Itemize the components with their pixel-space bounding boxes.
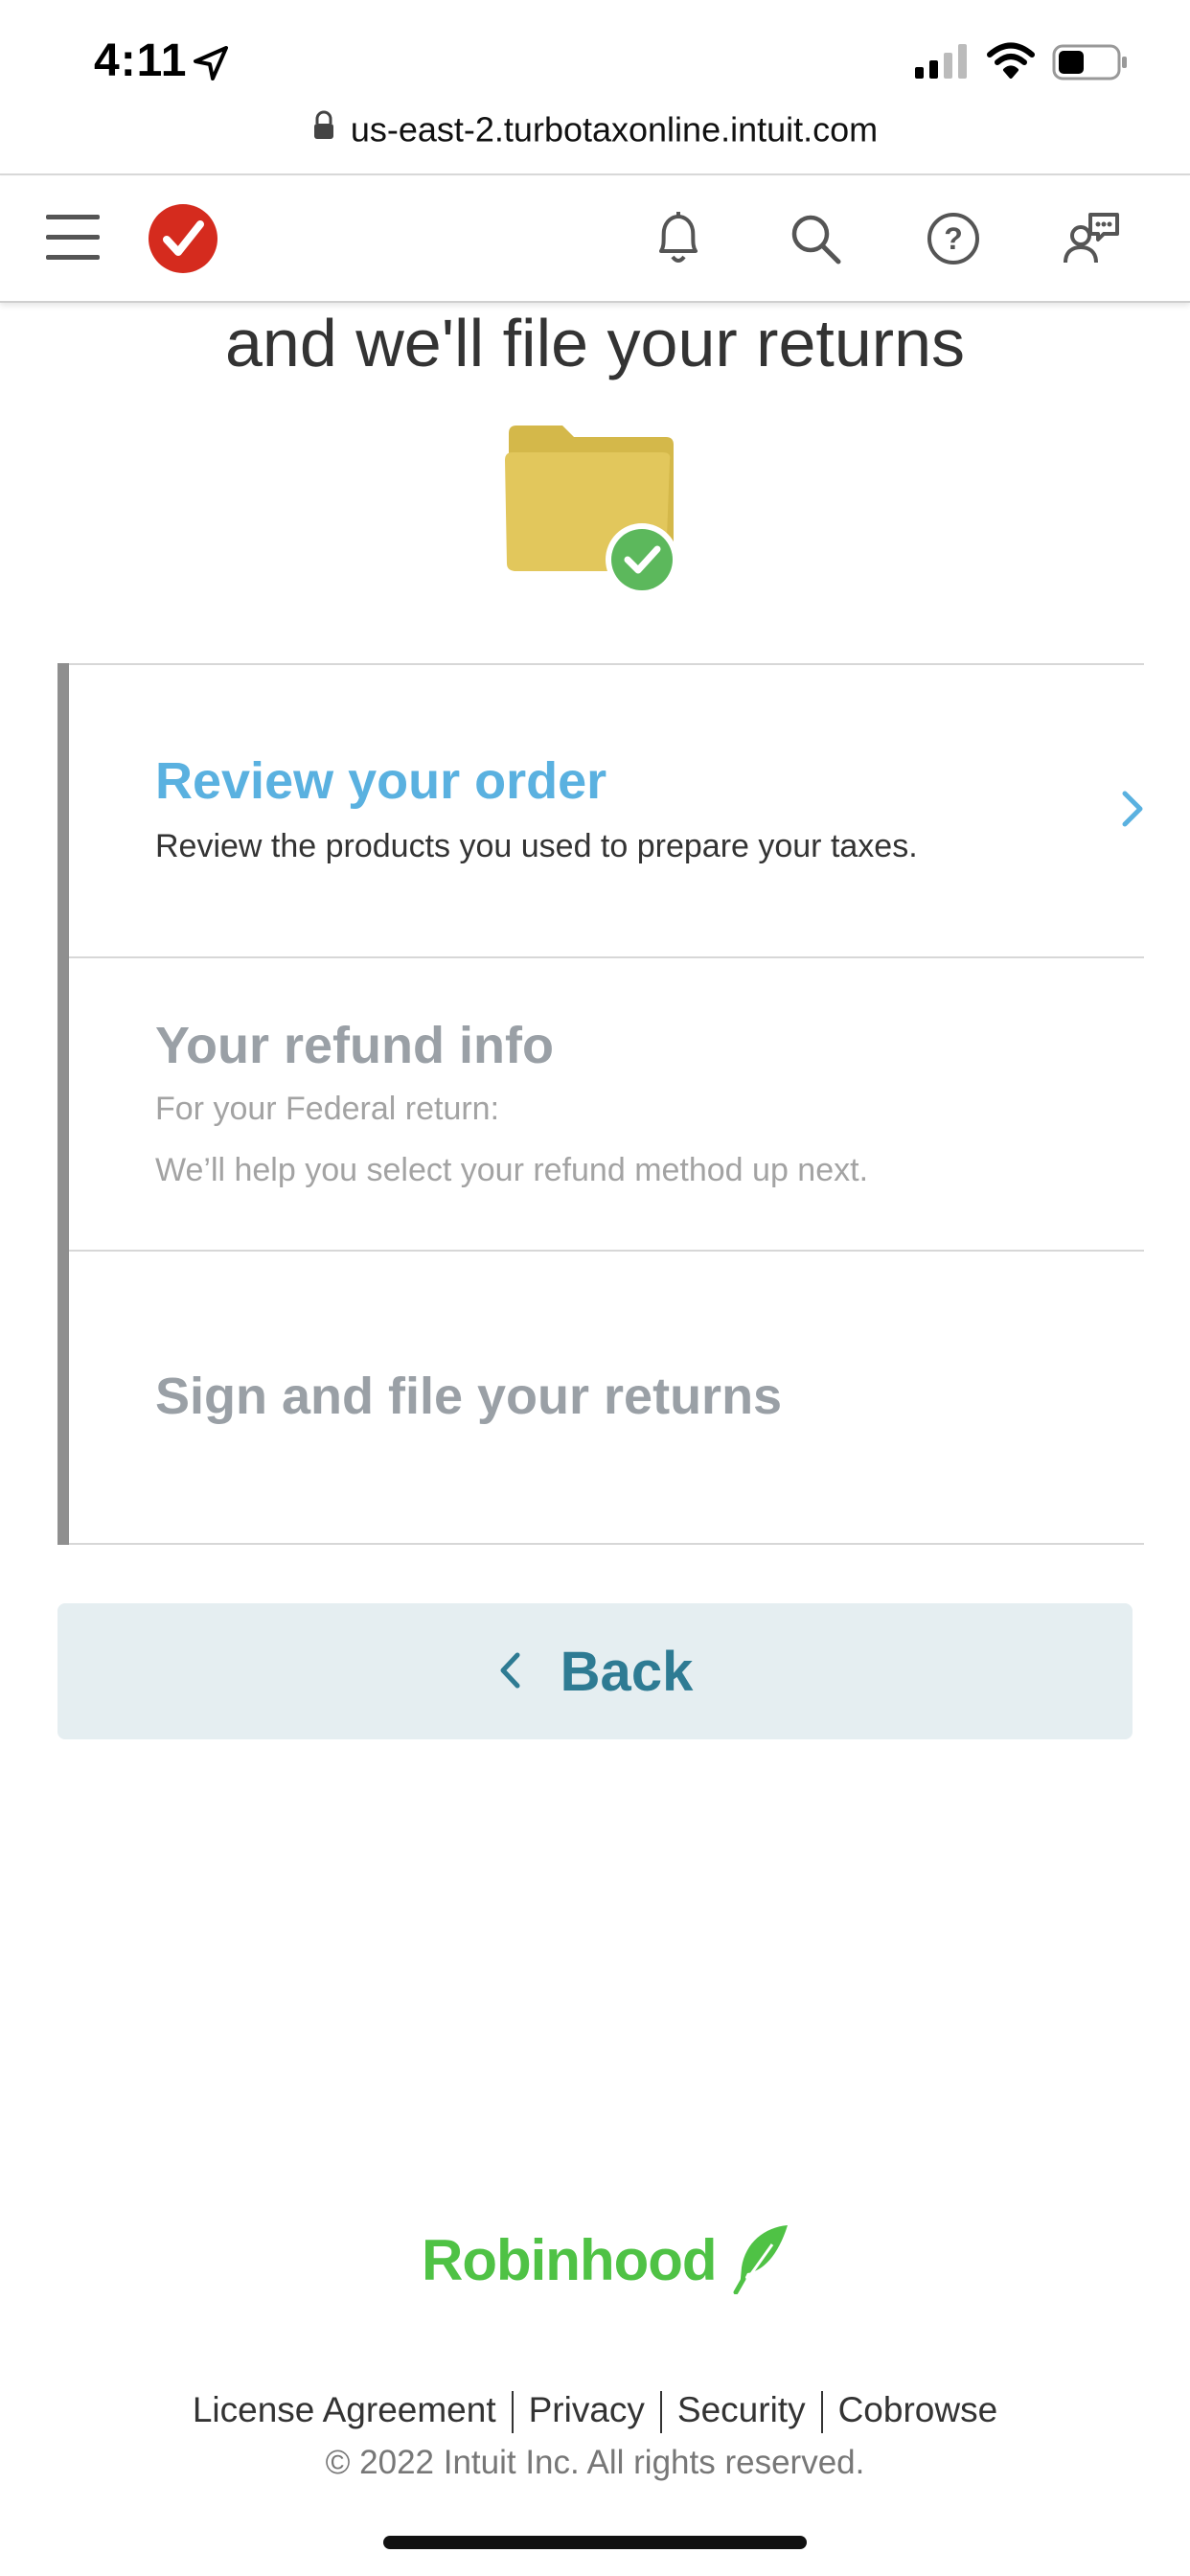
chat-icon[interactable]: [1062, 209, 1121, 273]
svg-text:?: ?: [944, 221, 963, 256]
cobrowse-link[interactable]: Cobrowse: [838, 2390, 998, 2429]
filing-steps-list: Review your order Review the products yo…: [57, 663, 1144, 1545]
cellular-signal-icon: [915, 44, 969, 83]
step-refund-info: Your refund info For your Federal return…: [69, 956, 1144, 1250]
footer-links: License Agreement Privacy Security Cobrowse: [0, 2390, 1190, 2434]
robinhood-wordmark: Robinhood: [422, 2228, 718, 2292]
browser-divider: [0, 173, 1190, 175]
step-description: For your Federal return:: [155, 1091, 500, 1127]
step-description: We’ll help you select your refund method…: [155, 1152, 869, 1188]
privacy-link[interactable]: Privacy: [529, 2390, 645, 2429]
url-text: us-east-2.turbotaxonline.intuit.com: [350, 109, 879, 150]
lock-icon: [312, 109, 335, 150]
hamburger-menu-icon[interactable]: [44, 209, 102, 271]
status-time: 4:11: [94, 35, 188, 86]
step-title: Sign and file your returns: [155, 1368, 783, 1425]
home-indicator[interactable]: [383, 2536, 807, 2549]
status-bar: 4:11: [0, 0, 1190, 105]
search-icon[interactable]: [788, 211, 843, 271]
page-heading: and we'll file your returns: [224, 306, 966, 380]
bell-icon[interactable]: [652, 209, 705, 273]
chevron-right-icon: [1121, 790, 1144, 833]
divider: [659, 2391, 662, 2434]
folder-check-icon: [503, 420, 685, 607]
copyright-text: © 2022 Intuit Inc. All rights reserved.: [325, 2444, 865, 2481]
license-agreement-link[interactable]: License Agreement: [193, 2390, 496, 2429]
divider: [820, 2391, 823, 2434]
step-title: Review your order: [155, 752, 607, 810]
help-icon[interactable]: ?: [926, 211, 981, 271]
divider: [511, 2391, 514, 2434]
wifi-icon: [987, 42, 1035, 83]
turbotax-logo-icon[interactable]: [148, 203, 218, 279]
location-arrow-icon: [192, 44, 230, 87]
app-header: ?: [0, 176, 1190, 303]
feather-icon: [730, 2221, 793, 2299]
security-link[interactable]: Security: [677, 2390, 806, 2429]
back-button-label: Back: [560, 1640, 694, 1703]
step-title: Your refund info: [155, 1017, 554, 1074]
back-button[interactable]: Back: [57, 1603, 1133, 1739]
battery-icon: [1052, 44, 1129, 85]
step-review-order[interactable]: Review your order Review the products yo…: [69, 663, 1144, 956]
browser-url-bar[interactable]: us-east-2.turbotaxonline.intuit.com: [0, 107, 1190, 165]
step-sign-and-file: Sign and file your returns: [69, 1250, 1144, 1545]
step-description: Review the products you used to prepare …: [155, 828, 918, 864]
robinhood-logo: Robinhood: [422, 2221, 793, 2299]
chevron-left-icon: [497, 1640, 522, 1704]
